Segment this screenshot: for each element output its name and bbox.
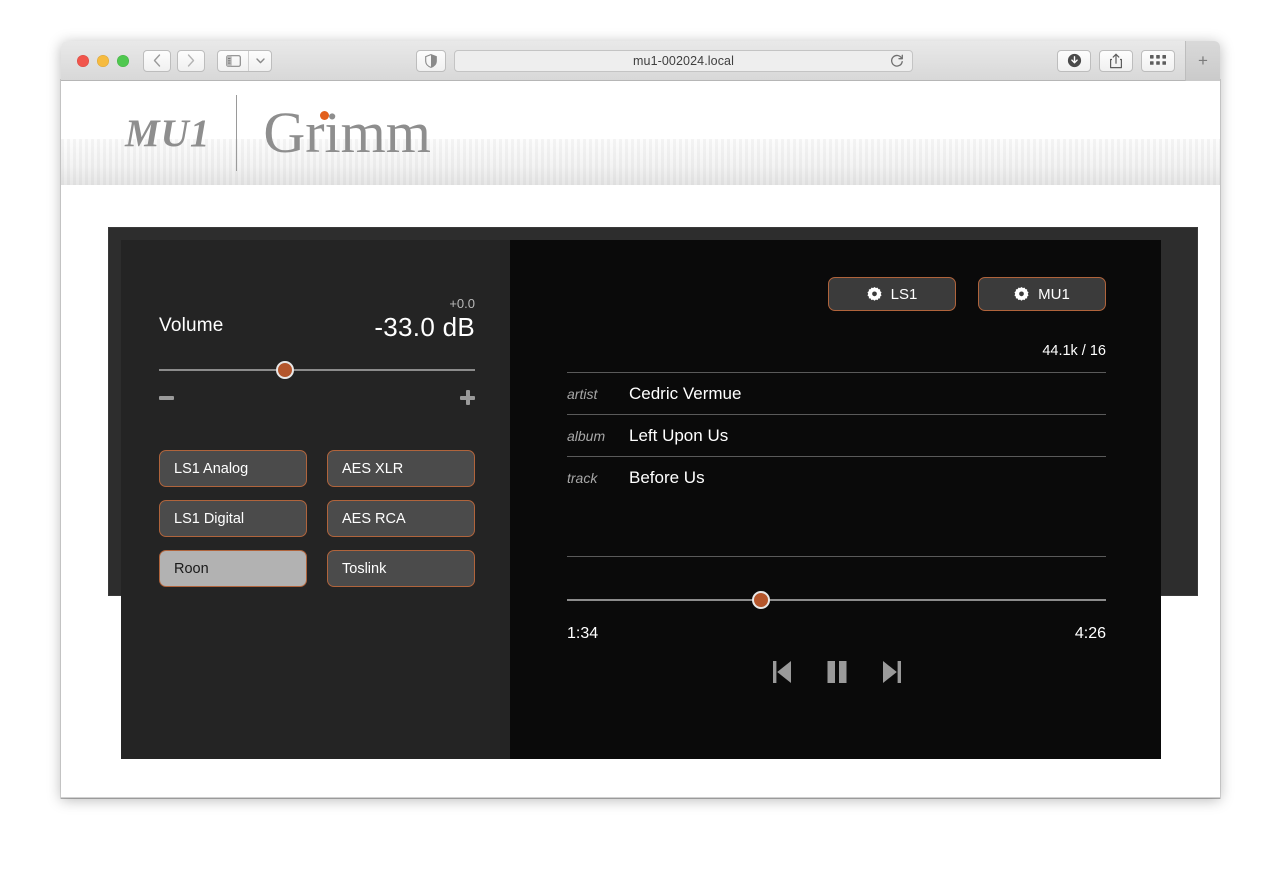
site-header: MU1 Grimm <box>61 81 1220 185</box>
shield-icon <box>425 54 437 68</box>
address-bar-area: mu1-002024.local <box>272 50 1057 72</box>
minimize-window-button[interactable] <box>97 55 109 67</box>
address-bar[interactable]: mu1-002024.local <box>454 50 913 72</box>
playback-times: 1:34 4:26 <box>567 625 1106 643</box>
seek-slider-track <box>567 599 1106 601</box>
metadata-key-track: track <box>567 470 629 486</box>
share-button[interactable] <box>1099 50 1133 72</box>
zoom-window-button[interactable] <box>117 55 129 67</box>
device-settings-buttons: LS1 MU1 <box>828 277 1106 311</box>
volume-db-value: -33.0 dB <box>374 314 475 340</box>
gear-icon <box>867 287 882 302</box>
volume-increase-button[interactable] <box>460 390 475 405</box>
volume-trim-value: +0.0 <box>374 297 475 310</box>
sidebar-icon <box>226 55 241 67</box>
seek-slider[interactable] <box>567 591 1106 609</box>
reload-button[interactable] <box>890 54 904 68</box>
close-window-button[interactable] <box>77 55 89 67</box>
stream-format-label: 44.1k / 16 <box>1042 343 1106 359</box>
privacy-report-button[interactable] <box>416 50 446 72</box>
share-icon <box>1109 53 1123 69</box>
sidebar-controls <box>217 50 272 72</box>
pause-icon <box>825 659 849 685</box>
volume-step-buttons <box>159 390 475 405</box>
web-page-content: MU1 Grimm Volume <box>61 81 1220 798</box>
device-button-ls1[interactable]: LS1 <box>828 277 956 311</box>
now-playing-panel: LS1 MU1 <box>510 240 1161 759</box>
source-select-grid: LS1 Analog AES XLR LS1 Digital AES RCA R… <box>159 450 475 587</box>
device-button-mu1[interactable]: MU1 <box>978 277 1106 311</box>
metadata-value-track: Before Us <box>629 468 705 488</box>
metadata-row-track: track Before Us <box>567 456 1106 498</box>
next-track-button[interactable] <box>881 659 903 685</box>
source-button-toslink[interactable]: Toslink <box>327 550 475 587</box>
playback-progress-area: 1:34 4:26 <box>567 591 1106 685</box>
window-bottom-edge <box>61 797 1220 799</box>
grid-icon <box>1150 55 1166 67</box>
volume-label: Volume <box>159 315 224 340</box>
metadata-value-album: Left Upon Us <box>629 426 728 446</box>
logo-brand-text: Grimm <box>263 104 431 162</box>
metadata-bottom-rule <box>567 556 1106 557</box>
duration-time: 4:26 <box>1075 625 1106 643</box>
skip-next-icon <box>881 659 903 685</box>
source-button-ls1-analog[interactable]: LS1 Analog <box>159 450 307 487</box>
play-pause-button[interactable] <box>825 659 849 685</box>
skip-previous-icon <box>771 659 793 685</box>
browser-toolbar: mu1-002024.local <box>61 41 1220 81</box>
gear-icon <box>1014 287 1029 302</box>
volume-readout: +0.0 -33.0 dB <box>374 297 475 340</box>
volume-slider[interactable] <box>159 361 475 379</box>
metadata-key-artist: artist <box>567 386 629 402</box>
page-root: mu1-002024.local <box>0 0 1280 874</box>
volume-slider-track <box>159 369 475 371</box>
logo-brand-label: Grimm <box>263 100 431 165</box>
window-traffic-lights <box>77 55 129 67</box>
browser-window: mu1-002024.local <box>61 41 1220 798</box>
new-tab-button[interactable]: + <box>1185 41 1220 81</box>
elapsed-time: 1:34 <box>567 625 598 643</box>
grimm-logo: MU1 Grimm <box>125 95 431 171</box>
transport-controls <box>567 659 1106 685</box>
metadata-row-album: album Left Upon Us <box>567 414 1106 456</box>
reload-icon <box>890 54 904 68</box>
device-button-mu1-label: MU1 <box>1038 286 1070 303</box>
source-button-aes-xlr[interactable]: AES XLR <box>327 450 475 487</box>
metadata-value-artist: Cedric Vermue <box>629 384 741 404</box>
toggle-sidebar-button[interactable] <box>218 51 248 71</box>
device-button-ls1-label: LS1 <box>891 286 918 303</box>
volume-slider-knob[interactable] <box>276 361 294 379</box>
navigation-buttons <box>143 50 205 72</box>
download-icon <box>1067 53 1082 68</box>
previous-track-button[interactable] <box>771 659 793 685</box>
metadata-row-artist: artist Cedric Vermue <box>567 372 1106 414</box>
chevron-down-icon <box>256 58 265 64</box>
back-button[interactable] <box>143 50 171 72</box>
address-bar-url: mu1-002024.local <box>633 54 734 68</box>
logo-divider <box>236 95 237 171</box>
downloads-button[interactable] <box>1057 50 1091 72</box>
volume-header-row: Volume +0.0 -33.0 dB <box>159 297 475 340</box>
source-button-roon[interactable]: Roon <box>159 550 307 587</box>
forward-button[interactable] <box>177 50 205 72</box>
sidebar-dropdown-button[interactable] <box>248 51 271 71</box>
volume-control: Volume +0.0 -33.0 dB <box>159 297 475 405</box>
chevron-right-icon <box>187 54 195 67</box>
metadata-key-album: album <box>567 428 629 444</box>
volume-and-source-panel: Volume +0.0 -33.0 dB <box>121 240 510 759</box>
track-metadata: artist Cedric Vermue album Left Upon Us … <box>567 372 1106 557</box>
volume-decrease-button[interactable] <box>159 396 174 400</box>
tab-overview-button[interactable] <box>1141 50 1175 72</box>
seek-slider-knob[interactable] <box>752 591 770 609</box>
chevron-left-icon <box>153 54 161 67</box>
player-app-frame: Volume +0.0 -33.0 dB <box>108 227 1198 596</box>
toolbar-right-buttons <box>1057 50 1175 72</box>
player-app: Volume +0.0 -33.0 dB <box>121 240 1161 759</box>
source-button-aes-rca[interactable]: AES RCA <box>327 500 475 537</box>
source-button-ls1-digital[interactable]: LS1 Digital <box>159 500 307 537</box>
logo-model-text: MU1 <box>125 111 236 156</box>
